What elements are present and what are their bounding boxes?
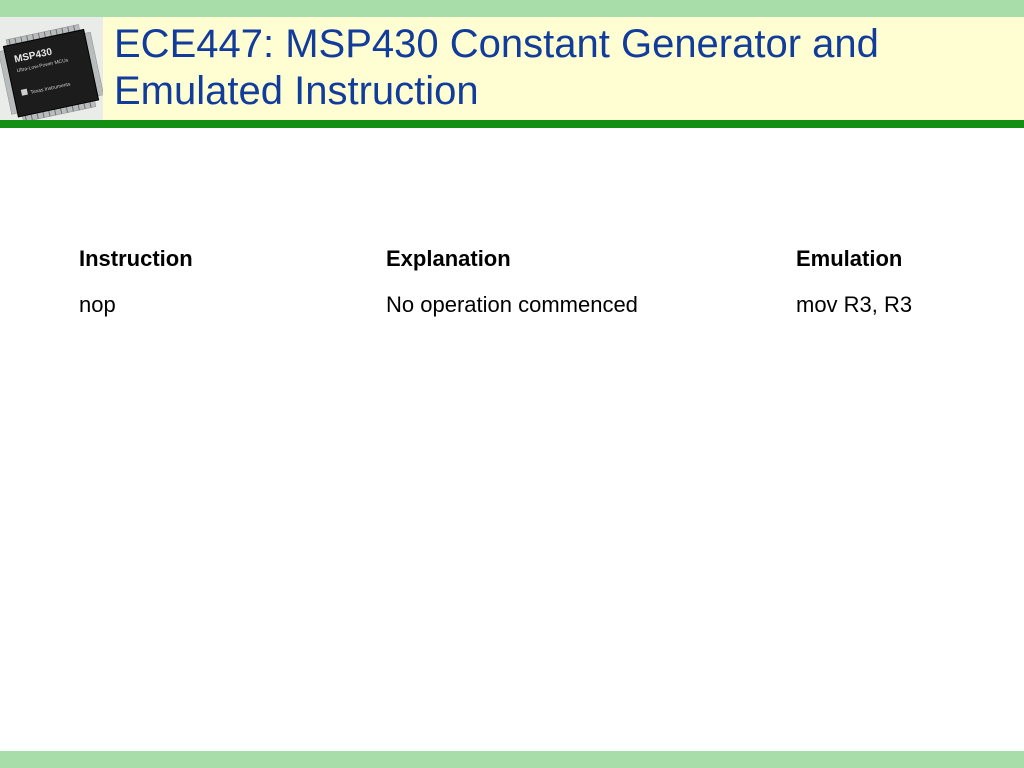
column-header-explanation: Explanation: [386, 246, 511, 271]
slide-title: ECE447: MSP430 Constant Generator and Em…: [114, 22, 879, 113]
cell-emulation: mov R3, R3: [796, 292, 913, 317]
cell-instruction: nop: [79, 292, 116, 317]
column-header-instruction: Instruction: [79, 246, 193, 271]
cell-explanation: No operation commenced: [386, 292, 638, 317]
chip-graphic: MSP430 Ultra-Low-Power MCUs Texas Instru…: [0, 24, 103, 120]
column-header-emulation: Emulation: [796, 246, 903, 271]
table-row: nop No operation commenced mov R3, R3: [79, 292, 979, 338]
bottom-band: [0, 751, 1024, 768]
top-band: [0, 0, 1024, 17]
table-header-row: Instruction Explanation Emulation: [79, 246, 979, 292]
header-divider: [0, 120, 1024, 128]
msp430-chip-icon: MSP430 Ultra-Low-Power MCUs Texas Instru…: [0, 17, 103, 120]
slide-header: MSP430 Ultra-Low-Power MCUs Texas Instru…: [0, 17, 1024, 120]
instruction-table: Instruction Explanation Emulation nop No…: [79, 246, 979, 338]
